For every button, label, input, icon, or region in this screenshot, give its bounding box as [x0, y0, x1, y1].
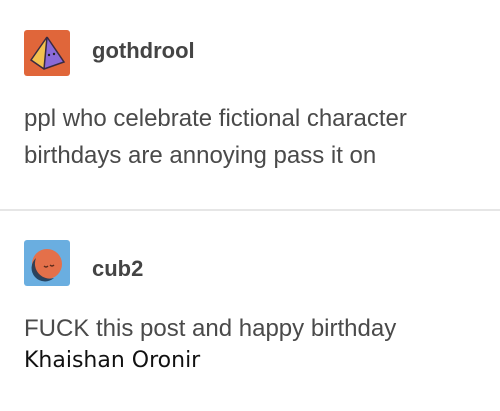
- overlay-name-caption: Khaishan Oronir: [24, 348, 201, 373]
- username[interactable]: cub2: [92, 256, 143, 282]
- post-gothdrool: gothdrool ppl who celebrate fictional ch…: [0, 0, 500, 209]
- post-text: FUCK this post and happy birthday: [24, 315, 397, 342]
- post-text-container: FUCK this post and happy birthday Khaish…: [24, 310, 494, 376]
- pyramid-avatar-icon[interactable]: [24, 30, 70, 76]
- post-cub2: cub2 FUCK this post and happy birthday K…: [0, 210, 500, 411]
- sleepy-moon-avatar-icon[interactable]: [24, 240, 70, 286]
- username[interactable]: gothdrool: [92, 38, 195, 64]
- post-text: ppl who celebrate fictional character bi…: [24, 105, 407, 169]
